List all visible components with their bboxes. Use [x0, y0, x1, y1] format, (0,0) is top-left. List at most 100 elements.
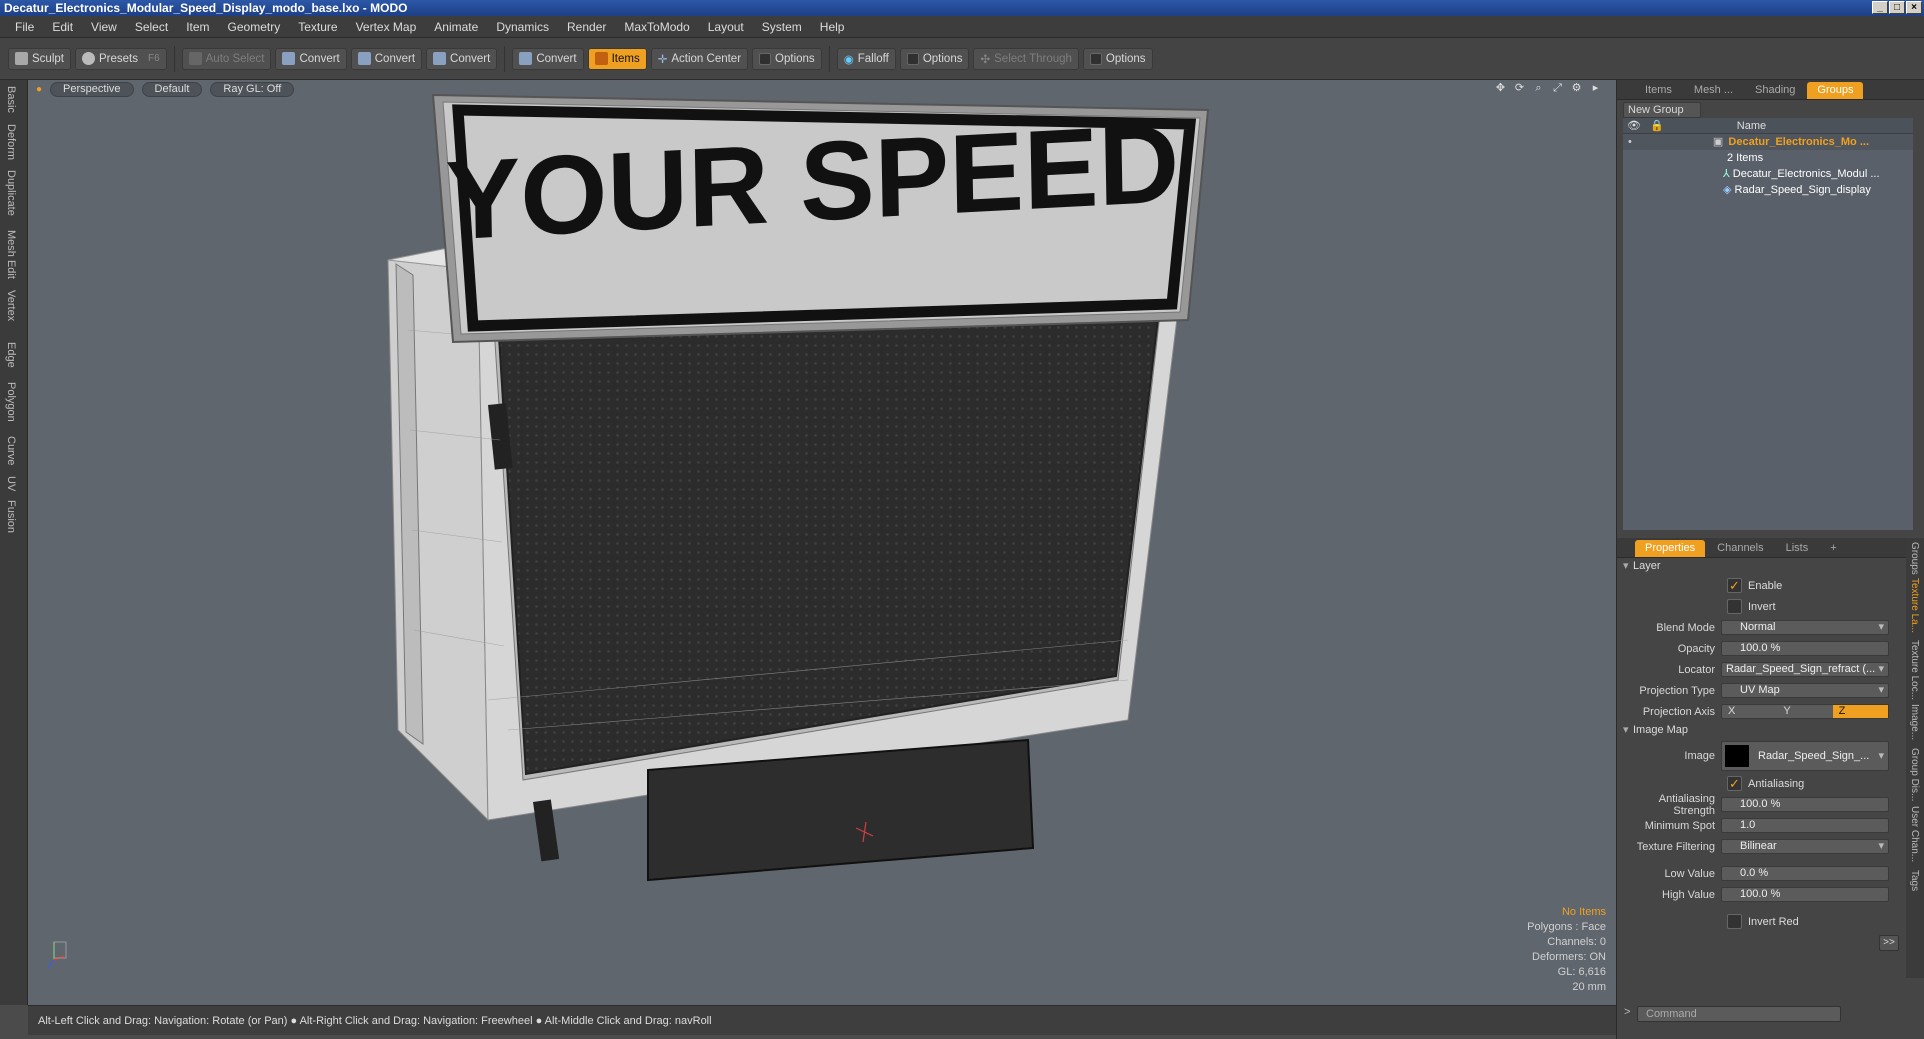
command-input[interactable]: Command: [1637, 1006, 1841, 1022]
menu-render[interactable]: Render: [558, 20, 615, 34]
antialiasing-checkbox[interactable]: ✓: [1727, 776, 1742, 791]
action-center-button[interactable]: ✛ Action Center: [650, 47, 749, 70]
menu-view[interactable]: View: [82, 20, 126, 34]
maximize-button[interactable]: □: [1889, 1, 1905, 14]
aa-strength-field[interactable]: 100.0 %: [1721, 797, 1889, 812]
tab-basic[interactable]: Basic: [5, 86, 17, 113]
falloff-button[interactable]: ◉ Falloff: [836, 47, 896, 70]
pan-icon[interactable]: ✥: [1494, 82, 1507, 95]
tab-vertex[interactable]: Vertex: [5, 290, 17, 321]
polygon-info: Polygons : Face: [1527, 921, 1606, 933]
zoom-icon[interactable]: ⌕: [1532, 82, 1545, 95]
minimum-spot-field[interactable]: 1.0: [1721, 818, 1889, 833]
new-group-button[interactable]: New Group: [1623, 102, 1701, 118]
side-tab-texture-layers[interactable]: Texture La...: [1909, 578, 1920, 633]
menu-maxtomodo[interactable]: MaxToModo: [615, 20, 698, 34]
opacity-field[interactable]: 100.0 %: [1721, 641, 1889, 656]
tab-polygon[interactable]: Polygon: [5, 382, 17, 422]
gear-icon[interactable]: ⚙: [1570, 82, 1583, 95]
side-tab-groups[interactable]: Groups: [1909, 542, 1920, 575]
layer-section[interactable]: Layer: [1617, 558, 1924, 575]
shading-style-dropdown[interactable]: Default: [141, 81, 203, 97]
eye-icon[interactable]: •: [1628, 136, 1632, 148]
add-tab-button[interactable]: +: [1820, 540, 1846, 557]
select-through-options-button[interactable]: Options: [1082, 47, 1153, 70]
groups-tree: 👁 🔒 Name • ▣ Decatur_Electronics_Mo ... …: [1623, 118, 1913, 530]
high-value-field[interactable]: 100.0 %: [1721, 887, 1889, 902]
tab-fusion[interactable]: Fusion: [5, 500, 17, 533]
expand-more-button[interactable]: >>: [1879, 934, 1899, 951]
side-tab-tags[interactable]: Tags: [1909, 870, 1920, 891]
minimize-button[interactable]: _: [1872, 1, 1888, 14]
eye-icon[interactable]: 👁: [1627, 120, 1641, 132]
falloff-options-button[interactable]: Options: [899, 47, 970, 70]
convert-items-button[interactable]: Convert: [512, 47, 584, 70]
tab-lists[interactable]: Lists: [1776, 540, 1819, 557]
tab-groups[interactable]: Groups: [1807, 82, 1864, 99]
image-dropdown[interactable]: Radar_Speed_Sign_...: [1721, 741, 1889, 771]
invert-red-checkbox[interactable]: [1727, 914, 1742, 929]
menu-layout[interactable]: Layout: [699, 20, 753, 34]
tab-mesh[interactable]: Mesh ...: [1684, 82, 1743, 99]
tab-edge[interactable]: Edge: [5, 342, 17, 368]
raygl-toggle[interactable]: Ray GL: Off: [210, 81, 295, 97]
menu-dynamics[interactable]: Dynamics: [487, 20, 558, 34]
projection-type-dropdown[interactable]: UV Map: [1721, 683, 1889, 698]
sculpt-button[interactable]: Sculpt: [8, 47, 71, 70]
side-tab-user-channels[interactable]: User Chan...: [1909, 806, 1920, 862]
3d-viewport[interactable]: ● Perspective Default Ray GL: Off ✥ ⟳ ⌕ …: [28, 80, 1616, 1005]
menu-texture[interactable]: Texture: [289, 20, 346, 34]
tree-row-item[interactable]: ◈ Radar_Speed_Sign_display: [1623, 182, 1913, 198]
image-map-section[interactable]: Image Map: [1617, 722, 1924, 739]
viewport-menu-dot[interactable]: ●: [36, 84, 42, 95]
axis-x-button[interactable]: X: [1722, 705, 1777, 718]
side-tab-texture-locator[interactable]: Texture Loc...: [1909, 640, 1920, 700]
close-button[interactable]: ×: [1906, 1, 1922, 14]
invert-checkbox[interactable]: [1727, 599, 1742, 614]
menu-item[interactable]: Item: [177, 20, 218, 34]
presets-button[interactable]: Presets F6: [74, 47, 167, 70]
convert-vertices-button[interactable]: Convert: [275, 47, 347, 70]
rotate-icon[interactable]: ⟳: [1513, 82, 1526, 95]
low-value-field[interactable]: 0.0 %: [1721, 866, 1889, 881]
action-center-options-button[interactable]: Options: [752, 47, 822, 70]
menu-bar: File Edit View Select Item Geometry Text…: [0, 16, 1924, 38]
view-type-dropdown[interactable]: Perspective: [50, 81, 134, 97]
menu-animate[interactable]: Animate: [425, 20, 487, 34]
tab-curve[interactable]: Curve: [5, 436, 17, 465]
items-mode-button[interactable]: Items: [587, 47, 647, 70]
tab-mesh-edit[interactable]: Mesh Edit: [5, 230, 17, 279]
side-tab-group-display[interactable]: Group Dis...: [1909, 748, 1920, 801]
convert-polygons-button[interactable]: Convert: [426, 47, 498, 70]
axis-y-button[interactable]: Y: [1777, 705, 1832, 718]
blend-mode-dropdown[interactable]: Normal: [1721, 620, 1889, 635]
falloff-icon: ◉: [843, 53, 854, 66]
tab-properties[interactable]: Properties: [1635, 540, 1706, 557]
select-through-button[interactable]: ✣ Select Through: [973, 47, 1079, 70]
enable-checkbox[interactable]: ✓: [1727, 578, 1742, 593]
tab-uv[interactable]: UV: [5, 476, 17, 491]
tree-row-group[interactable]: • ▣ Decatur_Electronics_Mo ...: [1623, 134, 1913, 150]
side-tab-image[interactable]: Image...: [1909, 704, 1920, 740]
menu-file[interactable]: File: [6, 20, 43, 34]
convert-edges-button[interactable]: Convert: [350, 47, 423, 70]
menu-edit[interactable]: Edit: [43, 20, 82, 34]
menu-geometry[interactable]: Geometry: [219, 20, 290, 34]
lock-icon[interactable]: 🔒: [1650, 120, 1664, 132]
tab-deform[interactable]: Deform: [5, 124, 17, 160]
tree-row-item[interactable]: ⅄ Decatur_Electronics_Modul ...: [1623, 166, 1913, 182]
menu-help[interactable]: Help: [811, 20, 854, 34]
auto-select-button[interactable]: Auto Select: [181, 47, 272, 70]
tab-channels[interactable]: Channels: [1707, 540, 1773, 557]
locator-dropdown[interactable]: Radar_Speed_Sign_refract (...: [1721, 662, 1889, 677]
menu-select[interactable]: Select: [126, 20, 177, 34]
arrow-right-icon[interactable]: ▸: [1589, 82, 1602, 95]
texture-filtering-dropdown[interactable]: Bilinear: [1721, 839, 1889, 854]
tab-items[interactable]: Items: [1635, 82, 1682, 99]
menu-system[interactable]: System: [753, 20, 811, 34]
tab-shading[interactable]: Shading: [1745, 82, 1805, 99]
tab-duplicate[interactable]: Duplicate: [5, 170, 17, 216]
menu-vertex-map[interactable]: Vertex Map: [347, 20, 426, 34]
axis-z-button[interactable]: Z: [1832, 705, 1888, 718]
fit-icon[interactable]: ⤢: [1551, 82, 1564, 95]
